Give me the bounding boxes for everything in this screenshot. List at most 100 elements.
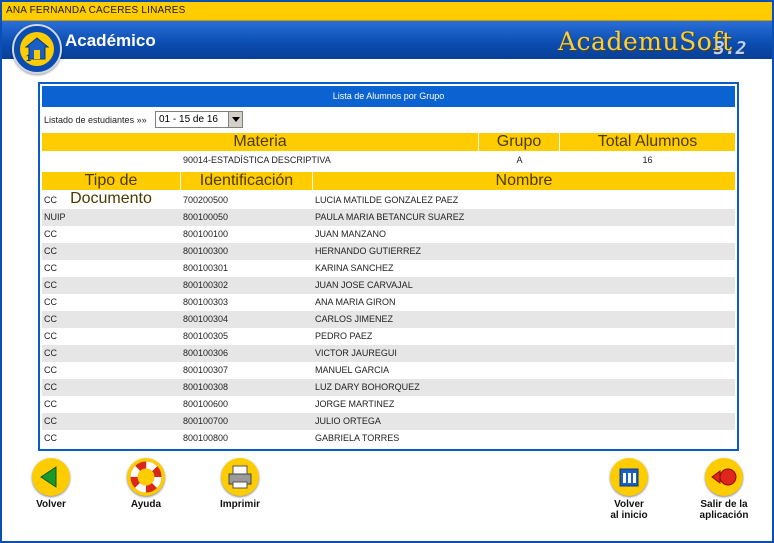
table-row: CC 800100100 JUAN MANZANO <box>42 226 735 243</box>
range-select[interactable]: 01 - 15 de 16 <box>155 111 243 128</box>
tipo-doc-cell: CC <box>44 399 57 409</box>
ayuda-button[interactable]: Ayuda <box>111 458 181 510</box>
identificacion-cell: 800100302 <box>183 280 229 290</box>
table-row: CC 800100800 GABRIELA TORRES <box>42 430 735 447</box>
panel-title: Lista de Alumnos por Grupo <box>42 86 735 107</box>
app-logo: 1 <box>12 24 62 74</box>
nombre-cell: ANA MARIA GIRON <box>315 297 396 307</box>
user-bar: ANA FERNANDA CACERES LINARES <box>2 2 772 21</box>
tipo-doc-cell: CC <box>44 416 57 426</box>
nombre-cell: KARINA SANCHEZ <box>315 263 394 273</box>
volver-inicio-button[interactable]: Volver al inicio <box>594 458 664 521</box>
salir-line1: Salir de la <box>700 499 748 510</box>
identificacion-cell: 800100700 <box>183 416 229 426</box>
table-row: NUIP 800100050 PAULA MARIA BETANCUR SUAREZ <box>42 209 735 226</box>
nombre-cell: VICTOR JAUREGUI <box>315 348 397 358</box>
tipo-doc-cell: CC <box>44 382 57 392</box>
table-row: CC 800100308 LUZ DARY BOHORQUEZ <box>42 379 735 396</box>
materia-header-row: Materia Grupo Total Alumnos <box>42 133 735 151</box>
range-select-value: 01 - 15 de 16 <box>159 114 218 125</box>
table-row: CC 800100303 ANA MARIA GIRON <box>42 294 735 311</box>
tipo-doc-cell: CC <box>44 348 57 358</box>
lifebuoy-icon <box>127 458 165 496</box>
app-window: ANA FERNANDA CACERES LINARES 1 Académico… <box>0 0 774 543</box>
identificacion-cell: 800100301 <box>183 263 229 273</box>
identificacion-cell: 800100308 <box>183 382 229 392</box>
identificacion-header: Identificación <box>181 172 313 190</box>
table-row: CC 800100301 KARINA SANCHEZ <box>42 260 735 277</box>
identificacion-cell: 800100600 <box>183 399 229 409</box>
table-row: CC 800100700 JULIO ORTEGA <box>42 413 735 430</box>
nombre-cell: JORGE MARTINEZ <box>315 399 395 409</box>
nombre-cell: LUZ DARY BOHORQUEZ <box>315 382 420 392</box>
listado-label: Listado de estudiantes »» <box>44 115 147 125</box>
imprimir-label: Imprimir <box>219 499 260 510</box>
nombre-cell: PEDRO PAEZ <box>315 331 373 341</box>
total-header: Total Alumnos <box>597 133 698 150</box>
tipo-doc-cell: CC <box>44 246 57 256</box>
identificacion-cell: 800100305 <box>183 331 229 341</box>
svg-text:1: 1 <box>26 53 31 63</box>
tipo-doc-cell: CC <box>44 365 57 375</box>
volver-label: Volver <box>36 499 66 510</box>
tipo-doc-cell: CC <box>44 229 57 239</box>
tipo-doc-cell: NUIP <box>44 212 66 222</box>
table-row: CC 800100307 MANUEL GARCIA <box>42 362 735 379</box>
nombre-cell: JUAN JOSE CARVAJAL <box>315 280 413 290</box>
identificacion-cell: 800100100 <box>183 229 229 239</box>
home-building-icon <box>610 458 648 496</box>
table-row: CC 800100305 PEDRO PAEZ <box>42 328 735 345</box>
volver-inicio-label: Volver al inicio <box>594 499 664 521</box>
chevron-down-icon[interactable] <box>228 112 242 127</box>
nombre-cell: JULIO ORTEGA <box>315 416 381 426</box>
tipo-doc-cell: CC <box>44 297 57 307</box>
materia-header: Materia <box>42 133 479 151</box>
tipo-doc-header: Tipo de Documento <box>42 172 181 207</box>
printer-icon <box>221 458 259 496</box>
tipo-doc-cell: CC <box>44 280 57 290</box>
volver-inicio-line1: Volver <box>614 499 644 510</box>
tipo-doc-cell: CC <box>44 314 57 324</box>
identificacion-cell: 800100050 <box>183 212 229 222</box>
nombre-cell: GABRIELA TORRES <box>315 433 400 443</box>
tipo-doc-cell: CC <box>44 263 57 273</box>
user-name: ANA FERNANDA CACERES LINARES <box>6 5 186 16</box>
volver-inicio-line2: al inicio <box>610 510 648 521</box>
identificacion-cell: 700200500 <box>183 195 229 205</box>
nombre-cell: CARLOS JIMENEZ <box>315 314 394 324</box>
identificacion-cell: 800100304 <box>183 314 229 324</box>
salir-label: Salir de la aplicación <box>689 499 759 521</box>
salir-button[interactable]: Salir de la aplicación <box>689 458 759 521</box>
identificacion-cell: 800100306 <box>183 348 229 358</box>
tipo-doc-cell: CC <box>44 195 57 205</box>
table-row: CC 800100306 VICTOR JAUREGUI <box>42 345 735 362</box>
nombre-cell: LUCIA MATILDE GONZALEZ PAEZ <box>315 195 459 205</box>
tipo-doc-cell: CC <box>44 331 57 341</box>
table-row: CC 700200500 LUCIA MATILDE GONZALEZ PAEZ <box>42 192 735 209</box>
tipo-doc-cell: CC <box>44 433 57 443</box>
brand-logo: AcademuSoft <box>558 27 733 56</box>
table-row: CC 800100302 JUAN JOSE CARVAJAL <box>42 277 735 294</box>
brand-version: 3.2 <box>714 38 747 59</box>
students-header-row: Tipo de Documento Identificación Nombre <box>42 172 735 207</box>
academic-logo-icon: 1 <box>20 32 54 66</box>
materia-value: 90014-ESTADÍSTICA DESCRIPTIVA <box>183 155 331 165</box>
grupo-header: Grupo <box>479 133 560 151</box>
nombre-cell: PAULA MARIA BETANCUR SUAREZ <box>315 212 465 222</box>
volver-button[interactable]: Volver <box>16 458 86 510</box>
total-value: 16 <box>642 155 653 165</box>
identificacion-cell: 800100800 <box>183 433 229 443</box>
nombre-header: Nombre <box>495 172 553 189</box>
exit-door-icon <box>705 458 743 496</box>
imprimir-button[interactable]: Imprimir <box>205 458 275 510</box>
table-row: CC 800100304 CARLOS JIMENEZ <box>42 311 735 328</box>
back-arrow-icon <box>32 458 70 496</box>
identificacion-cell: 800100300 <box>183 246 229 256</box>
nombre-cell: HERNANDO GUTIERREZ <box>315 246 422 256</box>
table-row: CC 800100300 HERNANDO GUTIERREZ <box>42 243 735 260</box>
nombre-cell: MANUEL GARCIA <box>315 365 390 375</box>
table-row: CC 800100600 JORGE MARTINEZ <box>42 396 735 413</box>
nombre-cell: JUAN MANZANO <box>315 229 387 239</box>
salir-line2: aplicación <box>699 510 749 521</box>
identificacion-cell: 800100303 <box>183 297 229 307</box>
